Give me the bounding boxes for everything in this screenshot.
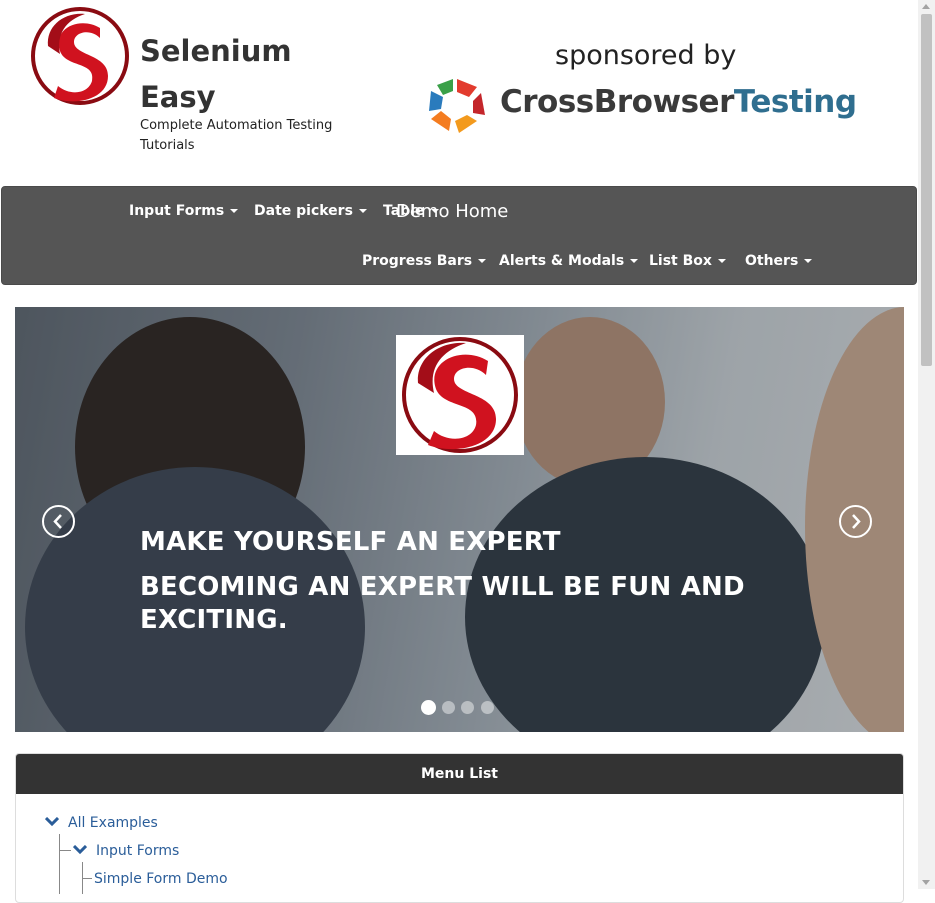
menu-list-panel: Menu List All Examples Input Forms Simpl… [15,753,904,903]
nav-list-box[interactable]: List Box [649,253,726,269]
carousel-indicator-1[interactable] [421,700,436,715]
tree-connector [59,834,60,894]
carousel-prev-button[interactable] [42,505,75,538]
chevron-left-icon [53,514,62,529]
chevron-down-icon[interactable] [73,845,87,855]
caret-down-icon [230,209,239,213]
carousel-next-button[interactable] [839,505,872,538]
page-scrollbar[interactable] [918,0,935,889]
sponsor-name-part1: CrossBrowser [500,84,734,120]
caret-down-icon [717,259,726,263]
nav-demo-home[interactable]: Demo Home [396,201,508,222]
carousel-indicator-4[interactable] [481,701,494,714]
menu-list-heading: Menu List [16,754,903,794]
hero-carousel[interactable]: MAKE YOURSELF AN EXPERT BECOMING AN EXPE… [15,307,904,732]
nav-label: Date pickers [254,203,353,219]
nav-date-pickers[interactable]: Date pickers [254,203,367,219]
sponsor-name-part2: Testing [733,84,857,120]
sponsor-name[interactable]: CrossBrowserTesting [500,84,857,120]
nav-label: List Box [649,253,712,269]
brand-title: Selenium Easy [140,34,292,114]
nav-alerts-modals[interactable]: Alerts & Modals [499,253,639,269]
chevron-down-icon[interactable] [45,817,59,827]
tree-item-simple-form-demo[interactable]: Simple Form Demo [94,871,228,887]
nav-label: Input Forms [129,203,225,219]
nav-label: Alerts & Modals [499,253,625,269]
nav-others[interactable]: Others [745,253,813,269]
tree-connector [82,878,92,879]
carousel-indicator-2[interactable] [442,701,455,714]
sponsor-label: sponsored by [555,40,737,71]
caret-down-icon [804,259,813,263]
caret-down-icon [630,259,639,263]
chevron-right-icon [852,514,861,529]
nav-progress-bars[interactable]: Progress Bars [362,253,487,269]
nav-input-forms[interactable]: Input Forms [129,203,239,219]
brand-subtitle: Complete Automation Testing Tutorials [140,118,333,153]
carousel-logo [396,335,524,455]
scroll-up-arrow-icon[interactable] [922,4,930,9]
main-navbar: Input Forms Date pickers Table Demo Home… [1,186,917,285]
crossbrowsertesting-logo[interactable] [425,75,490,137]
scroll-down-arrow-icon[interactable] [922,880,930,885]
caret-down-icon [478,259,487,263]
caret-down-icon [358,209,367,213]
nav-label: Others [745,253,799,269]
tree-item-input-forms[interactable]: Input Forms [96,843,179,859]
tree-item-all-examples[interactable]: All Examples [68,815,158,831]
carousel-indicator-3[interactable] [461,701,474,714]
carousel-headline: MAKE YOURSELF AN EXPERT [140,527,561,557]
selenium-easy-logo[interactable] [30,6,130,106]
scrollbar-thumb[interactable] [921,14,932,366]
tree-connector [59,850,71,851]
carousel-subheadline: BECOMING AN EXPERT WILL BE FUN AND EXCIT… [140,572,745,635]
nav-label: Progress Bars [362,253,473,269]
